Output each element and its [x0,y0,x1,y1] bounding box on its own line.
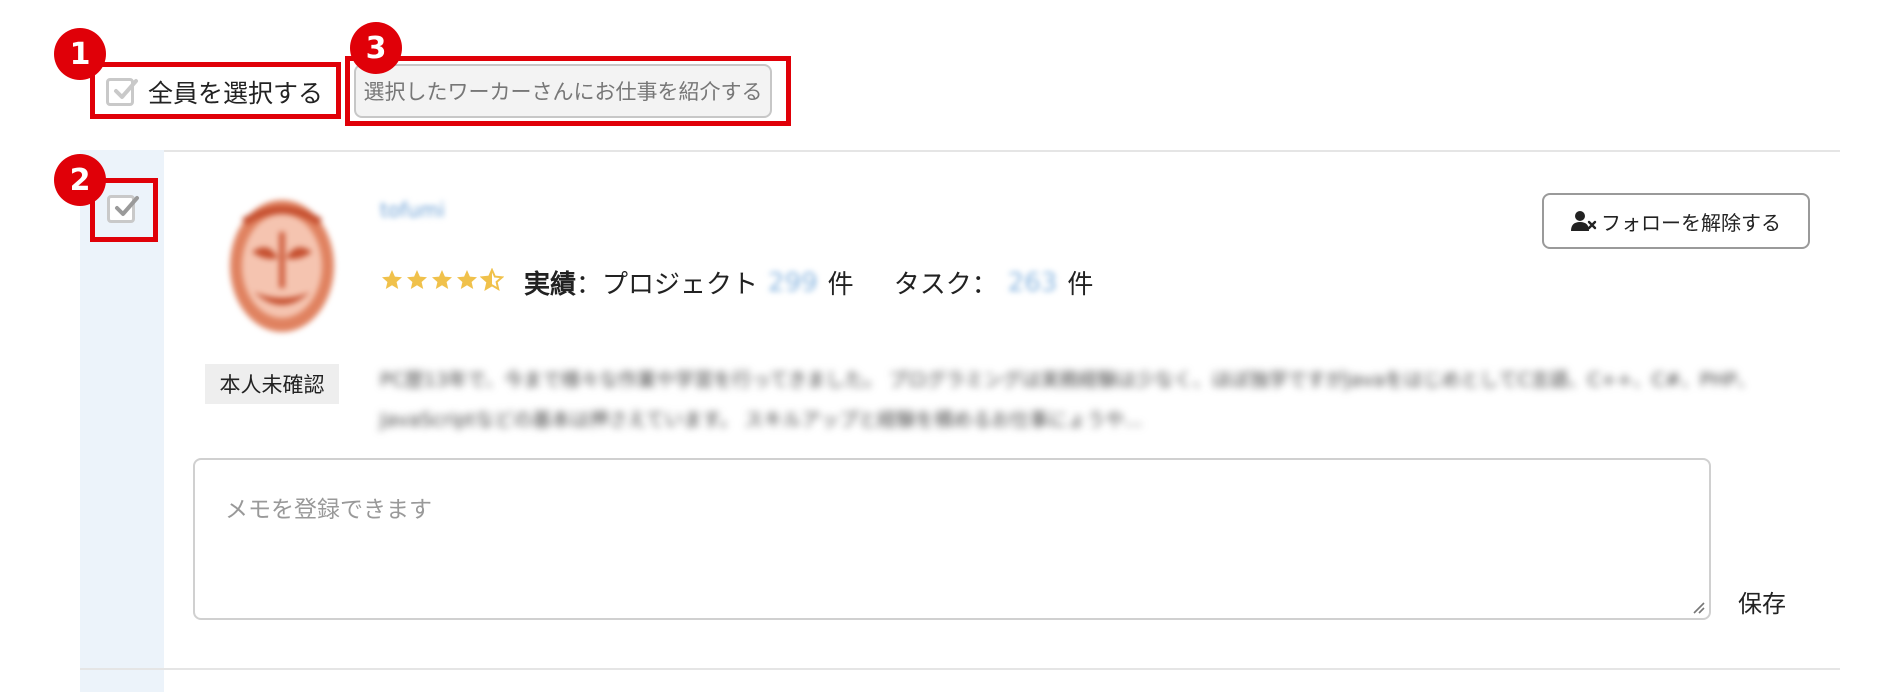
top-divider [80,150,1840,152]
annotation-badge-1: 1 [54,28,106,80]
unfollow-label: フォローを解除する [1601,212,1781,235]
unfollow-button[interactable]: フォローを解除する [1542,193,1810,249]
user-remove-icon [1571,211,1597,231]
memo-textarea[interactable]: メモを登録できます [193,458,1711,620]
annotation-box-select-all [90,62,341,119]
task-count: 263 [1007,267,1058,298]
annotation-badge-2: 2 [54,154,106,206]
star-icon [407,270,427,289]
rating-stars [380,268,504,292]
save-memo-link[interactable]: 保存 [1738,584,1786,619]
star-icon [457,270,477,289]
annotation-badge-3: 3 [350,22,402,74]
star-icon [382,270,402,289]
project-label: ：プロジェクト [576,270,759,300]
bottom-divider [80,668,1840,670]
resize-grip-icon[interactable] [1691,600,1705,614]
memo-placeholder: メモを登録できます [225,497,432,523]
verification-status-badge: 本人未確認 [205,364,339,404]
worker-bio: PC歴13年で、今まで様々な作業や学習を行ってきました。 プログラミングは実務経… [380,369,1756,431]
worker-username-link[interactable]: tofumi [380,198,445,222]
star-half-icon [480,268,504,292]
worker-avatar[interactable] [208,192,356,344]
project-unit: 件 [827,270,854,300]
achievement-stats: 実績 ：プロジェクト 299 件 タスク： 263 件 [524,264,1093,301]
task-label: タスク： [893,270,998,300]
task-unit: 件 [1067,270,1094,300]
project-count: 299 [768,267,818,298]
stats-label: 実績 [524,270,577,300]
star-icon [432,270,452,289]
annotation-box-introduce [345,56,791,126]
